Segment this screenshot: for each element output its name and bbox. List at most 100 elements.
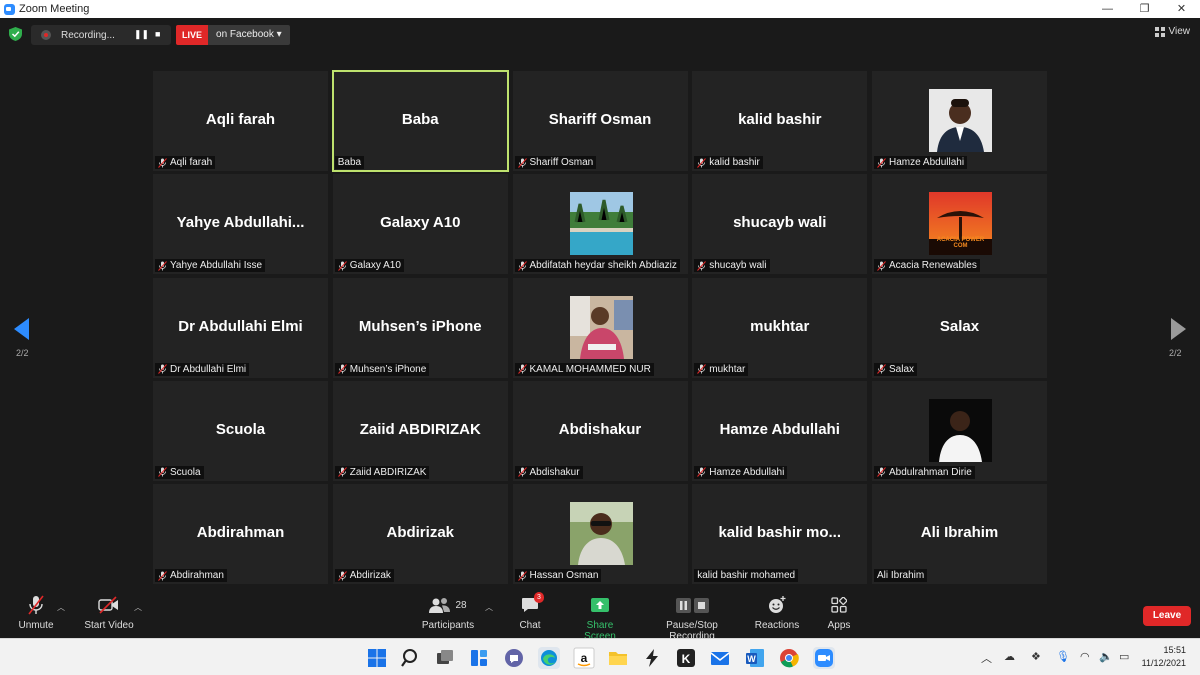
unmute-button[interactable]: Unmute — [12, 594, 60, 631]
participant-avatar: ACACIA POWER COM — [929, 192, 992, 256]
live-stream-indicator[interactable]: LIVE on Facebook ▾ — [176, 25, 290, 45]
video-options-caret-icon[interactable]: ︿ — [134, 602, 142, 613]
participant-name-label: Yahye Abdullahi Isse — [155, 259, 266, 273]
search-icon[interactable] — [400, 647, 422, 669]
participant-tile[interactable]: Abdirahman Abdirahman — [153, 484, 328, 584]
participant-tile[interactable]: Yahye Abdullahi... Yahye Abdullahi Isse — [153, 174, 328, 275]
svg-text:W: W — [747, 654, 756, 664]
pause-stop-recording-button[interactable]: Pause/Stop Recording — [643, 594, 741, 642]
chat-unread-badge: 3 — [534, 592, 544, 603]
next-page-arrow-icon[interactable] — [1170, 318, 1186, 340]
participant-tile[interactable]: Abdishakur Abdishakur — [512, 380, 688, 481]
participant-display-name: kalid bashir mo... — [718, 524, 842, 541]
participant-display-name: Ali Ibrahim — [920, 524, 999, 541]
participant-tile[interactable]: Hassan Osman — [512, 484, 688, 584]
teams-chat-icon[interactable] — [503, 647, 525, 669]
participant-tile[interactable]: Zaiid ABDIRIZAK Zaiid ABDIRIZAK — [332, 380, 508, 481]
share-screen-button[interactable]: Share Screen — [570, 594, 630, 642]
participant-tile[interactable]: Muhsen’s iPhone Muhsen’s iPhone — [332, 277, 508, 378]
participant-tile[interactable]: Abdulrahman Dirie — [872, 380, 1047, 481]
chat-button[interactable]: 3 Chat — [512, 592, 548, 631]
leave-button[interactable]: Leave — [1143, 606, 1191, 626]
battery-icon[interactable]: ▭ — [1119, 650, 1129, 663]
participant-tile[interactable]: Salax Salax — [872, 277, 1047, 378]
wifi-icon[interactable]: ◠ — [1080, 650, 1090, 663]
participant-tile[interactable]: shucayb wali shucayb wali — [692, 174, 868, 275]
participants-button[interactable]: 28 Participants — [420, 594, 476, 631]
participant-name-label: kalid bashir mohamed — [694, 569, 799, 582]
participant-tile[interactable]: Shariff Osman Shariff Osman — [512, 71, 688, 171]
participant-tile[interactable]: kalid bashir kalid bashir — [692, 71, 868, 171]
participant-tile[interactable]: Hamze Abdullahi — [872, 71, 1047, 171]
participant-tile[interactable]: kalid bashir mo... kalid bashir mohamed — [692, 484, 868, 584]
stop-icon — [693, 597, 709, 613]
system-clock[interactable]: 15:51 11/12/2021 — [1142, 644, 1186, 670]
zoom-app-icon[interactable] — [813, 647, 835, 669]
participant-name-text: Hamze Abdullahi — [889, 157, 965, 168]
volume-icon[interactable]: 🔈 — [1099, 650, 1113, 663]
svg-text:K: K — [682, 652, 691, 666]
widgets-icon[interactable] — [468, 647, 490, 669]
participant-display-name: Shariff Osman — [548, 111, 652, 128]
file-explorer-icon[interactable] — [607, 647, 629, 669]
amazon-icon[interactable]: a — [573, 647, 595, 669]
start-video-button[interactable]: Start Video — [82, 594, 136, 631]
show-hidden-icons-icon[interactable]: ︿ — [981, 650, 992, 666]
power-automate-icon[interactable] — [641, 647, 663, 669]
pause-recording-icon[interactable]: ❚❚ — [134, 29, 149, 40]
participant-tile[interactable]: Abdifatah heydar sheikh Abdiaziz — [512, 174, 688, 275]
start-menu-icon[interactable] — [366, 647, 388, 669]
participant-tile[interactable]: Abdirizak Abdirizak — [332, 484, 508, 584]
microphone-tray-icon[interactable]: 🎙 — [1056, 650, 1070, 663]
participant-tile[interactable]: Dr Abdullahi Elmi Dr Abdullahi Elmi — [153, 277, 328, 378]
task-view-icon[interactable] — [434, 647, 456, 669]
previous-page-arrow-icon[interactable] — [14, 318, 30, 340]
chrome-icon[interactable] — [778, 647, 800, 669]
close-button[interactable]: ✕ — [1163, 0, 1200, 18]
grid-view-icon — [1154, 26, 1165, 37]
edge-browser-icon[interactable] — [538, 647, 560, 669]
minimize-button[interactable]: — — [1089, 0, 1126, 18]
participant-tile[interactable]: Scuola Scuola — [153, 380, 328, 481]
recording-label: Recording... — [61, 29, 115, 41]
participant-display-name: Scuola — [215, 420, 266, 438]
participant-tile[interactable]: ACACIA POWER COM Acacia Renewables — [872, 174, 1047, 275]
participants-caret-icon[interactable]: ︿ — [485, 602, 493, 613]
apps-button[interactable]: Apps — [826, 594, 852, 631]
reactions-label: Reactions — [754, 620, 800, 631]
participant-tile[interactable]: Hamze Abdullahi Hamze Abdullahi — [692, 380, 868, 481]
participant-display-name: Abdirizak — [386, 524, 454, 541]
word-icon[interactable]: W — [744, 647, 766, 669]
muted-mic-icon — [517, 260, 527, 271]
participant-display-name: Zaiid ABDIRIZAK — [359, 420, 481, 438]
avatar-logo-text: ACACIA POWER COM — [936, 237, 985, 250]
participant-tile[interactable]: Galaxy A10 Galaxy A10 — [332, 174, 508, 275]
maximize-button[interactable]: ❐ — [1126, 0, 1163, 18]
muted-mic-icon — [517, 364, 527, 374]
stop-recording-icon[interactable]: ■ — [155, 29, 160, 39]
participant-name-label: Hamze Abdullahi — [694, 465, 788, 479]
participant-name-label: Abdirahman — [155, 569, 227, 582]
participant-display-name: Galaxy A10 — [380, 214, 461, 232]
participant-tile[interactable]: Aqli farah Aqli farah — [153, 71, 328, 171]
participant-tile[interactable]: Baba Baba — [331, 70, 509, 172]
participant-display-name: Baba — [401, 111, 439, 128]
participant-name-label: Ali Ibrahim — [874, 569, 928, 582]
participant-tile[interactable]: Ali Ibrahim Ali Ibrahim — [872, 484, 1047, 584]
onedrive-icon[interactable]: ☁ — [1004, 650, 1015, 663]
participant-tile[interactable]: KAMAL MOHAMMED NUR — [512, 277, 688, 378]
participant-name-text: KAMAL MOHAMMED NUR — [529, 363, 651, 375]
view-button[interactable]: View — [1154, 26, 1190, 37]
mail-icon[interactable] — [709, 647, 731, 669]
participant-tile[interactable]: mukhtar mukhtar — [692, 277, 868, 378]
shield-icon[interactable] — [9, 27, 22, 41]
dropbox-icon[interactable]: ❖ — [1031, 650, 1041, 663]
window-titlebar: Zoom Meeting — ❐ ✕ — [0, 0, 1200, 18]
participant-name-label: Dr Abdullahi Elmi — [155, 362, 250, 376]
participant-name-label: Aqli farah — [155, 156, 216, 169]
kindle-icon[interactable]: K — [675, 647, 697, 669]
live-destination-dropdown[interactable]: on Facebook ▾ — [208, 25, 290, 45]
reactions-button[interactable]: Reactions — [754, 594, 800, 631]
audio-options-caret-icon[interactable]: ︿ — [57, 602, 65, 613]
participant-name-label: kalid bashir — [694, 156, 763, 169]
